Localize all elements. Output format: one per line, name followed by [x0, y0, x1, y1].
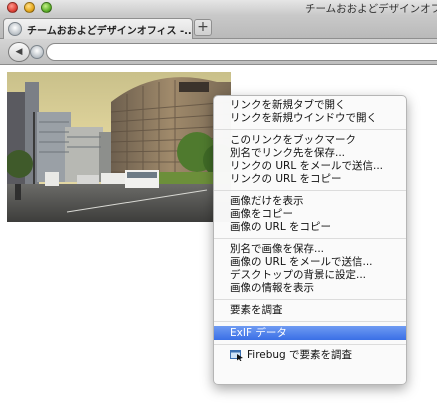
menu-separator: [214, 344, 406, 345]
menu-item-label: Firebug で要素を調査: [247, 349, 353, 361]
menu-item-copy-image-url[interactable]: 画像の URL をコピー: [214, 221, 406, 234]
new-tab-button[interactable]: +: [194, 19, 212, 36]
menu-item-set-desktop-background[interactable]: デスクトップの背景に設定...: [214, 269, 406, 282]
menu-item-open-link-new-tab[interactable]: リンクを新規タブで開く: [214, 99, 406, 112]
site-identity-icon[interactable]: [30, 45, 44, 59]
menu-item-copy-link-url[interactable]: リンクの URL をコピー: [214, 173, 406, 186]
menu-item-email-link-url[interactable]: リンクの URL をメールで送信...: [214, 160, 406, 173]
url-input[interactable]: [46, 43, 437, 61]
zoom-window-icon[interactable]: [41, 2, 52, 13]
menu-item-exif-data[interactable]: ExIF データ: [214, 326, 406, 340]
street-photo-image: [7, 72, 231, 222]
menu-item-inspect-element[interactable]: 要素を調査: [214, 304, 406, 317]
navigation-toolbar: ◀: [0, 39, 437, 65]
tab-title: チームおおよどデザインオフィス -...: [27, 25, 192, 37]
back-button[interactable]: ◀: [8, 42, 30, 62]
window-title: チームおおよどデザインオフ: [305, 3, 437, 15]
menu-item-copy-image[interactable]: 画像をコピー: [214, 208, 406, 221]
menu-item-open-link-new-window[interactable]: リンクを新規ウインドウで開く: [214, 112, 406, 125]
menu-item-email-image-url[interactable]: 画像の URL をメールで送信...: [214, 256, 406, 269]
close-window-icon[interactable]: [7, 2, 18, 13]
menu-item-bookmark-link[interactable]: このリンクをブックマーク: [214, 134, 406, 147]
menu-separator: [214, 238, 406, 239]
menu-item-save-link-as[interactable]: 別名でリンク先を保存...: [214, 147, 406, 160]
menu-item-view-image-info[interactable]: 画像の情報を表示: [214, 282, 406, 295]
globe-icon: [8, 22, 22, 36]
menu-item-save-image-as[interactable]: 別名で画像を保存...: [214, 243, 406, 256]
context-menu: リンクを新規タブで開く リンクを新規ウインドウで開く このリンクをブックマーク …: [213, 95, 407, 385]
page-photo[interactable]: [7, 72, 231, 222]
tab-active[interactable]: チームおおよどデザインオフィス -...: [3, 18, 193, 39]
menu-separator: [214, 299, 406, 300]
firebug-icon: [230, 350, 243, 361]
minimize-window-icon[interactable]: [24, 2, 35, 13]
menu-separator: [214, 321, 406, 322]
tab-bar: チームおおよどデザインオフィス -... +: [0, 15, 437, 39]
menu-separator: [214, 190, 406, 191]
menu-item-view-image[interactable]: 画像だけを表示: [214, 195, 406, 208]
menu-separator: [214, 129, 406, 130]
title-bar: チームおおよどデザインオフ: [0, 0, 437, 15]
menu-item-firebug-inspect[interactable]: Firebug で要素を調査: [214, 349, 406, 362]
